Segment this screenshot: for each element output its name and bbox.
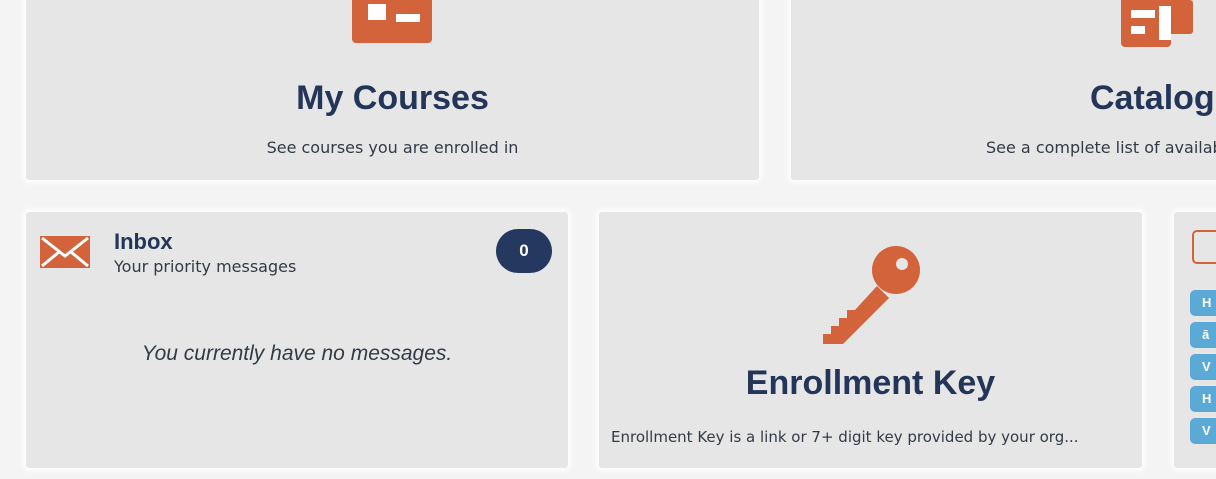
- partial-tile[interactable]: H ā V H V: [1174, 212, 1216, 468]
- inbox-empty-message: You currently have no messages.: [141, 342, 453, 365]
- enrollment-key-title: Enrollment Key: [745, 364, 996, 402]
- tag-chip[interactable]: H: [1190, 386, 1216, 412]
- catalog-tile[interactable]: Catalog See a complete list of available: [791, 0, 1216, 180]
- tag-chip[interactable]: V: [1190, 354, 1216, 380]
- my-courses-title: My Courses: [296, 79, 489, 117]
- my-courses-subtitle: See courses you are enrolled in: [266, 138, 519, 157]
- catalog-icon: [1121, 0, 1193, 47]
- tag-chip[interactable]: V: [1190, 418, 1216, 444]
- tag-chip[interactable]: H: [1190, 290, 1216, 316]
- my-courses-tile[interactable]: My Courses See courses you are enrolled …: [26, 0, 759, 180]
- catalog-title: Catalog: [1090, 79, 1215, 117]
- id-card-icon: [352, 0, 432, 43]
- tag-icon: [1192, 230, 1216, 264]
- key-icon: [823, 246, 920, 344]
- inbox-tile[interactable]: Inbox Your priority messages 0 You curre…: [26, 212, 568, 468]
- unread-count-badge[interactable]: 0: [496, 229, 552, 273]
- catalog-subtitle: See a complete list of available: [986, 138, 1216, 157]
- tag-chip[interactable]: ā: [1190, 322, 1216, 348]
- inbox-title: Inbox: [114, 229, 173, 254]
- enrollment-key-tile[interactable]: Enrollment Key Enrollment Key is a link …: [599, 212, 1142, 468]
- enrollment-key-description: Enrollment Key is a link or 7+ digit key…: [611, 428, 1079, 446]
- inbox-subtitle: Your priority messages: [114, 257, 297, 276]
- dashboard: My Courses See courses you are enrolled …: [0, 0, 1216, 479]
- mail-icon: [40, 236, 90, 268]
